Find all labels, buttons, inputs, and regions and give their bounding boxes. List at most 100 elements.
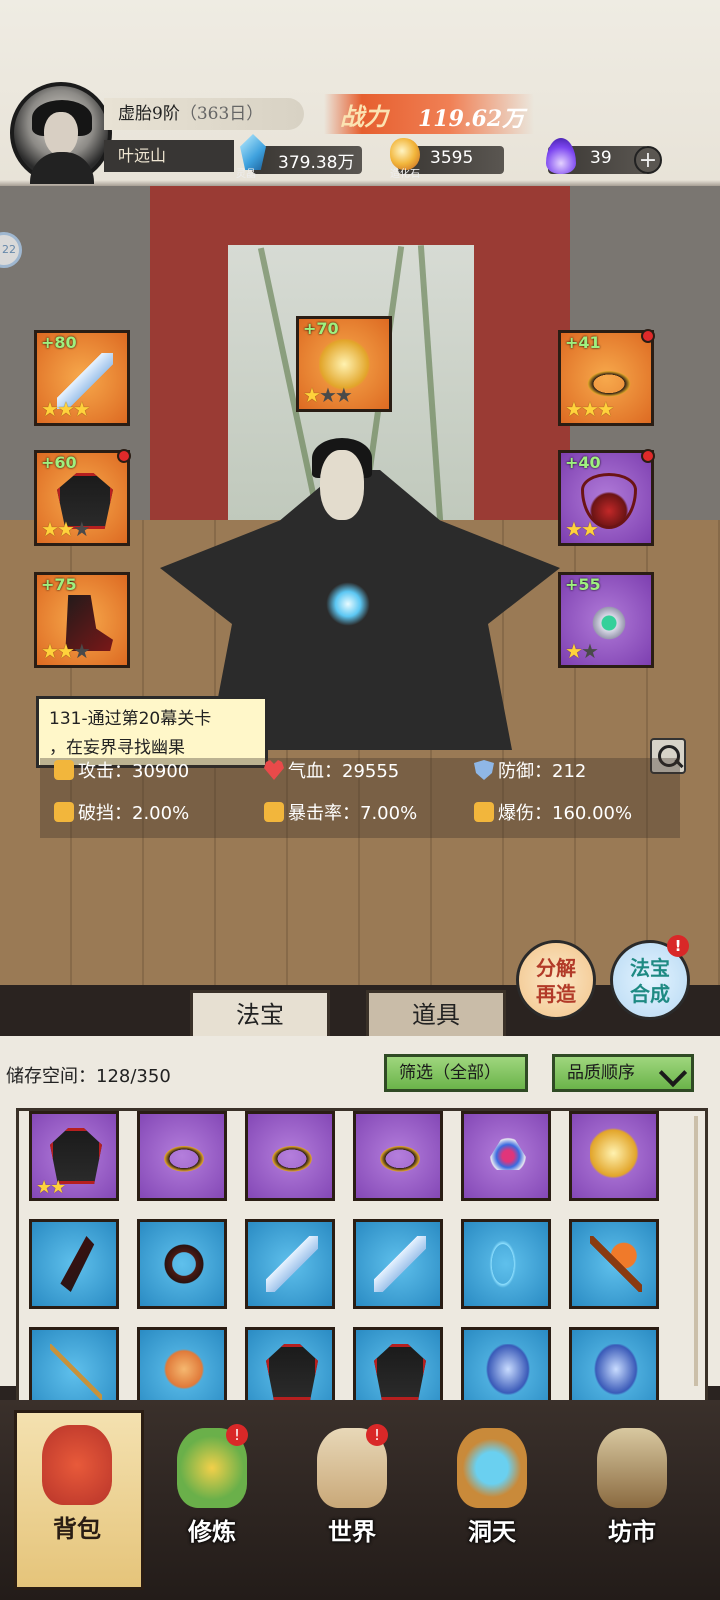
armor-icon — [482, 1344, 534, 1400]
robe-icon — [266, 1344, 318, 1400]
bow-icon — [482, 1236, 534, 1292]
heart-icon — [264, 760, 284, 780]
tab-fabao[interactable]: 法宝 — [190, 990, 330, 1036]
equip-slot-ring[interactable]: +55 ★★ — [558, 572, 654, 668]
star-filled-icon: ★ — [72, 397, 91, 421]
beast-icon — [158, 1344, 210, 1400]
nav-alert-badge: ! — [366, 1424, 388, 1446]
inventory-item[interactable] — [569, 1219, 659, 1309]
inventory-item[interactable] — [245, 1219, 335, 1309]
inventory-item[interactable] — [461, 1111, 551, 1201]
add-resource-button[interactable]: + — [634, 146, 662, 174]
realm-duration: （363日） — [179, 104, 264, 124]
ore-value: 3595 — [430, 148, 474, 168]
inventory-item[interactable] — [137, 1111, 227, 1201]
filter-button[interactable]: 筛选（全部） — [384, 1054, 528, 1092]
star-empty-icon: ★ — [72, 517, 91, 541]
star-empty-icon: ★ — [72, 639, 91, 663]
enhance-level: +80 — [41, 333, 77, 352]
stat-crit-rate: 暴击率：7.00% — [264, 799, 417, 825]
star-empty-icon: ★ — [580, 639, 599, 663]
portal-icon — [457, 1428, 527, 1508]
enhance-level: +41 — [565, 333, 601, 352]
star-empty-icon: ★ — [318, 383, 337, 407]
inventory-item[interactable] — [569, 1111, 659, 1201]
def-label: 防御： — [498, 761, 552, 782]
storage-capacity: 储存空间：128/350 — [6, 1062, 171, 1088]
hp-value: 29555 — [342, 761, 400, 782]
equip-slot-boots[interactable]: +75 ★★★ — [34, 572, 130, 668]
equip-slot-robe[interactable]: +60 ★★★ — [34, 449, 131, 546]
star-filled-icon: ★ — [41, 517, 59, 541]
inventory-item[interactable] — [353, 1111, 443, 1201]
quest-line-1: 131-通过第20幕关卡 — [49, 709, 212, 729]
crystal-caption: 灵晶 — [236, 169, 256, 180]
crit-icon — [264, 802, 284, 822]
star-rating: ★★ — [565, 517, 599, 541]
avatar-face — [44, 112, 78, 156]
inventory-item[interactable] — [353, 1219, 443, 1309]
thorn-ring-icon — [158, 1236, 210, 1292]
critdmg-label: 爆伤： — [498, 803, 552, 824]
synth-alert-badge: ! — [667, 935, 689, 957]
nav-label: 修炼 — [188, 1517, 236, 1546]
equip-slot-weapon[interactable]: +80 ★★★ — [34, 330, 130, 426]
inventory-item[interactable]: ★★ — [29, 1111, 119, 1201]
robe-icon — [374, 1344, 426, 1400]
player-name: 叶远山 — [104, 140, 234, 172]
forge-line-2: 再造 — [536, 982, 576, 1006]
star-filled-icon: ★ — [41, 397, 59, 421]
alert-dot — [641, 449, 655, 463]
nav-item-portal[interactable]: 洞天 — [432, 1416, 552, 1576]
inventory-item[interactable] — [461, 1327, 551, 1405]
sort-quality-button[interactable]: 品质顺序 — [552, 1054, 694, 1092]
nav-label: 背包 — [53, 1514, 101, 1543]
def-value: 212 — [552, 761, 587, 782]
star-filled-icon: ★ — [56, 517, 75, 541]
tab-daoju[interactable]: 道具 — [366, 990, 506, 1036]
decompose-reforge-button[interactable]: 分解 再造 — [516, 940, 596, 1020]
star-rating: ★★★ — [41, 397, 91, 421]
dark-blade-icon — [60, 1236, 95, 1292]
star-rating: ★★ — [565, 639, 599, 663]
equip-slot-necklace[interactable]: +40 ★★ — [558, 449, 655, 546]
star-filled-icon: ★ — [565, 397, 583, 421]
inventory-item[interactable] — [569, 1327, 659, 1405]
star-filled-icon: ★ — [41, 639, 59, 663]
enhance-level: +70 — [303, 319, 339, 338]
star-rating: ★★★ — [565, 397, 615, 421]
player-avatar[interactable] — [10, 82, 112, 184]
avatar-robe — [30, 152, 94, 184]
star-rating: ★★★ — [303, 383, 353, 407]
inventory-item[interactable] — [137, 1327, 227, 1405]
nav-item-scroll-map[interactable]: 世界! — [292, 1416, 412, 1576]
inventory-item[interactable] — [29, 1327, 119, 1405]
armor-icon — [590, 1344, 642, 1400]
crit-damage-icon — [474, 802, 494, 822]
equip-slot-headband[interactable]: +41 ★★★ — [558, 329, 655, 426]
alert-dot — [117, 449, 131, 463]
inventory-item[interactable] — [245, 1327, 335, 1405]
inventory-scrollbar[interactable] — [694, 1116, 698, 1386]
headband-icon — [266, 1128, 318, 1184]
realm-plate: 虚胎9阶（363日） — [104, 98, 304, 130]
inventory-item[interactable] — [461, 1219, 551, 1309]
equip-slot-talisman[interactable]: +70 ★★★ — [296, 316, 392, 412]
hp-label: 气血： — [288, 761, 342, 782]
inventory-item[interactable] — [245, 1111, 335, 1201]
treasure-synthesis-button[interactable]: 法宝 合成 ! — [610, 935, 690, 1020]
inventory-item[interactable] — [29, 1219, 119, 1309]
star-filled-icon: ★ — [56, 397, 75, 421]
nav-alert-badge: ! — [226, 1424, 248, 1446]
nav-label: 世界 — [328, 1517, 376, 1546]
alert-dot — [641, 329, 655, 343]
inventory-item[interactable] — [137, 1219, 227, 1309]
nav-item-lotus[interactable]: 修炼! — [152, 1416, 272, 1576]
star-filled-icon: ★ — [580, 397, 599, 421]
inventory-item[interactable] — [353, 1327, 443, 1405]
bamboo-stalk — [417, 245, 445, 535]
nav-item-bag[interactable]: 背包 — [14, 1410, 144, 1590]
nav-item-market[interactable]: 坊市 — [572, 1416, 692, 1576]
taiji-amulet-icon — [482, 1128, 534, 1170]
nav-label: 坊市 — [608, 1517, 656, 1546]
